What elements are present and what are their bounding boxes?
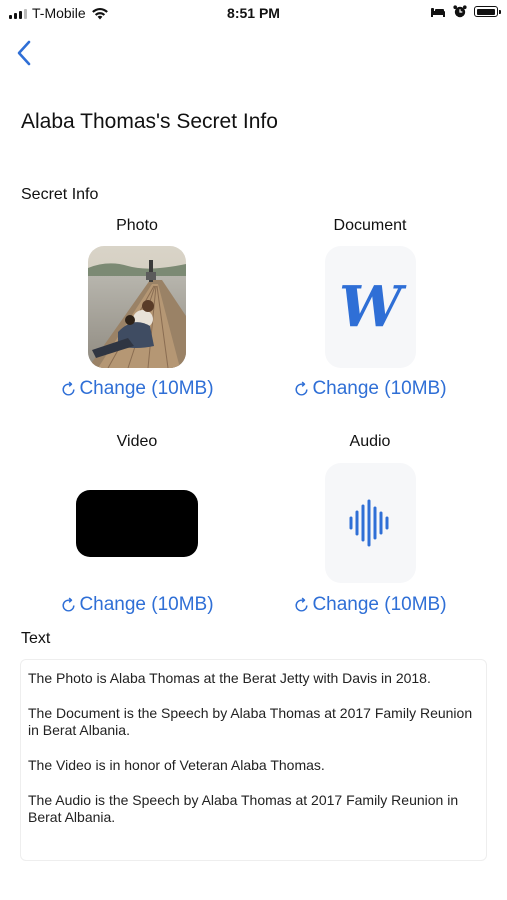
page-title: Alaba Thomas's Secret Info (21, 110, 278, 133)
video-cell: Video (17, 432, 257, 452)
document-caption: Document (333, 217, 407, 234)
video-thumbnail[interactable] (76, 490, 198, 557)
alarm-clock-icon (453, 5, 467, 18)
audio-caption: Audio (349, 433, 391, 450)
document-change-button[interactable]: Change (10MB) (293, 378, 447, 400)
word-document-icon: W (339, 274, 402, 340)
document-thumbnail[interactable]: W (325, 246, 416, 368)
text-paragraph: The Audio is the Speech by Alaba Thomas … (28, 792, 459, 825)
battery-icon (474, 6, 501, 17)
audio-cell: Audio (250, 432, 490, 452)
document-change-cell: Change (10MB) (250, 378, 490, 403)
video-change-button[interactable]: Change (10MB) (60, 594, 214, 616)
document-change-label: Change (10MB) (312, 378, 447, 399)
refresh-icon (295, 381, 308, 396)
secret-text-area[interactable]: The Photo is Alaba Thomas at the Berat J… (20, 659, 487, 861)
audio-waveform-icon (349, 499, 389, 547)
text-paragraph: The Document is the Speech by Alaba Thom… (28, 705, 473, 738)
photo-cell: Photo (17, 216, 257, 236)
text-section-label: Text (21, 630, 51, 647)
section-label: Secret Info (21, 186, 99, 203)
video-caption: Video (116, 433, 158, 450)
photo-change-button[interactable]: Change (10MB) (60, 378, 214, 400)
audio-change-button[interactable]: Change (10MB) (293, 594, 447, 616)
document-cell: Document (250, 216, 490, 236)
photo-caption: Photo (116, 217, 158, 234)
text-paragraph: The Video is in honor of Veteran Alaba T… (28, 757, 325, 773)
photo-thumbnail[interactable] (88, 246, 186, 368)
status-right (430, 5, 501, 18)
chevron-left-icon (17, 40, 31, 66)
back-button[interactable] (14, 38, 38, 68)
audio-thumbnail[interactable] (325, 463, 416, 583)
video-change-cell: Change (10MB) (17, 594, 257, 619)
photo-change-label: Change (10MB) (79, 378, 214, 399)
photo-image (88, 246, 186, 368)
sleep-bed-icon (431, 7, 445, 17)
status-bar: T-Mobile 8:51 PM (0, 0, 507, 28)
photo-change-cell: Change (10MB) (17, 378, 257, 403)
video-change-label: Change (10MB) (79, 594, 214, 615)
refresh-icon (62, 597, 75, 612)
audio-change-label: Change (10MB) (312, 594, 447, 615)
refresh-icon (62, 381, 75, 396)
refresh-icon (295, 597, 308, 612)
text-paragraph: The Photo is Alaba Thomas at the Berat J… (28, 670, 431, 686)
audio-change-cell: Change (10MB) (250, 594, 490, 619)
